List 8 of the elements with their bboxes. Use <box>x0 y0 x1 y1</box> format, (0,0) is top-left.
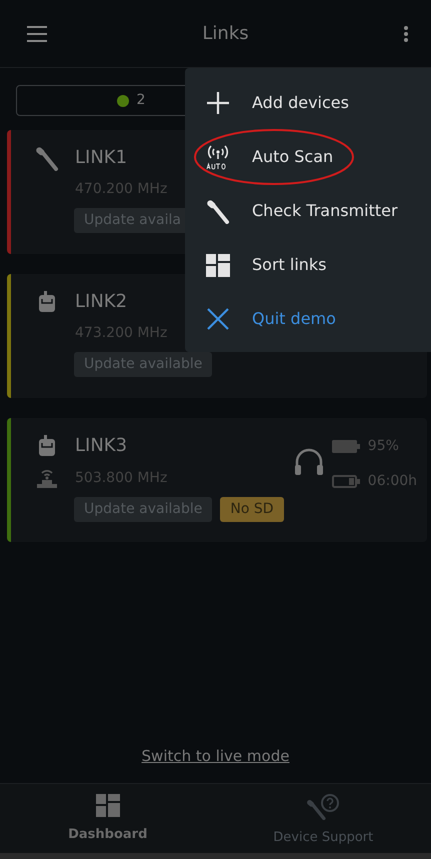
warning-tag: No SD <box>220 497 284 522</box>
link-name: LINK3 <box>75 434 128 458</box>
link-name: LINK1 <box>75 146 128 170</box>
link-name: LINK2 <box>75 290 128 314</box>
page-title: Links <box>202 22 249 46</box>
link-count: 2 <box>136 91 146 110</box>
runtime: 06:00h <box>368 472 417 491</box>
battery-percent: 95% <box>368 437 399 456</box>
